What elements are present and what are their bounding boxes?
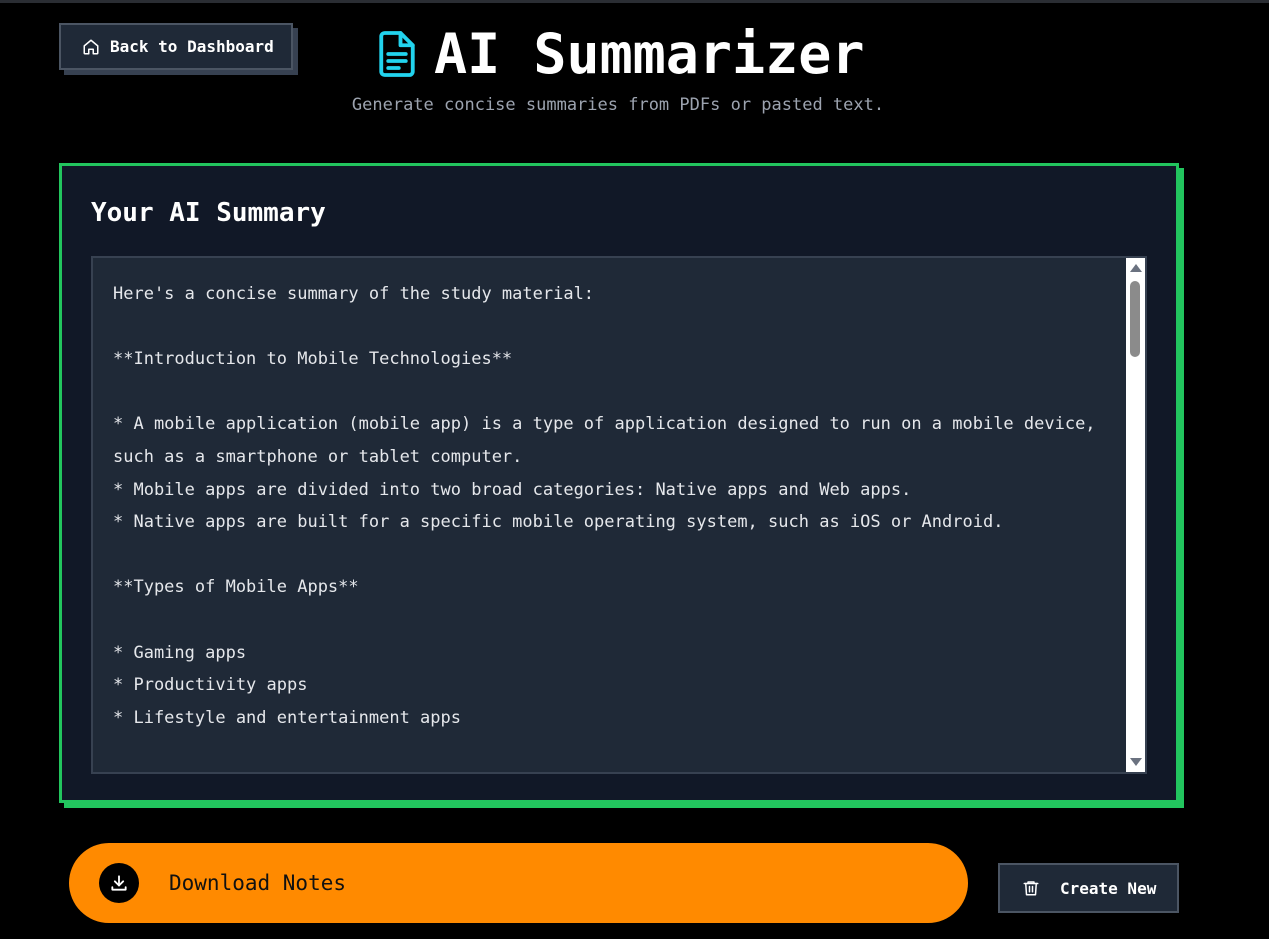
page-title: AI Summarizer (434, 22, 865, 86)
scroll-up-arrow-icon[interactable] (1130, 264, 1142, 272)
download-icon (111, 875, 127, 891)
create-new-button[interactable]: Create New (998, 863, 1179, 913)
back-button-label: Back to Dashboard (110, 37, 274, 56)
page-header: AI Summarizer (376, 22, 864, 86)
summary-content: Here's a concise summary of the study ma… (113, 284, 1096, 728)
back-to-dashboard-button[interactable]: Back to Dashboard (59, 23, 293, 70)
download-notes-button[interactable]: Download Notes (69, 843, 968, 923)
create-button-label: Create New (1060, 878, 1157, 898)
home-icon (83, 39, 99, 54)
scroll-down-arrow-icon[interactable] (1130, 758, 1142, 766)
summary-scrollbar[interactable] (1126, 258, 1145, 772)
download-icon-circle (99, 863, 139, 903)
page-subtitle: Generate concise summaries from PDFs or … (351, 95, 885, 115)
document-icon (379, 31, 415, 77)
summary-heading: Your AI Summary (91, 198, 326, 228)
download-button-label: Download Notes (169, 871, 347, 895)
summary-text-box[interactable]: Here's a concise summary of the study ma… (91, 256, 1147, 774)
scroll-thumb[interactable] (1130, 281, 1140, 357)
top-border (0, 0, 1269, 3)
trash-icon (1023, 881, 1039, 896)
summary-card: Your AI Summary Here's a concise summary… (59, 163, 1179, 803)
